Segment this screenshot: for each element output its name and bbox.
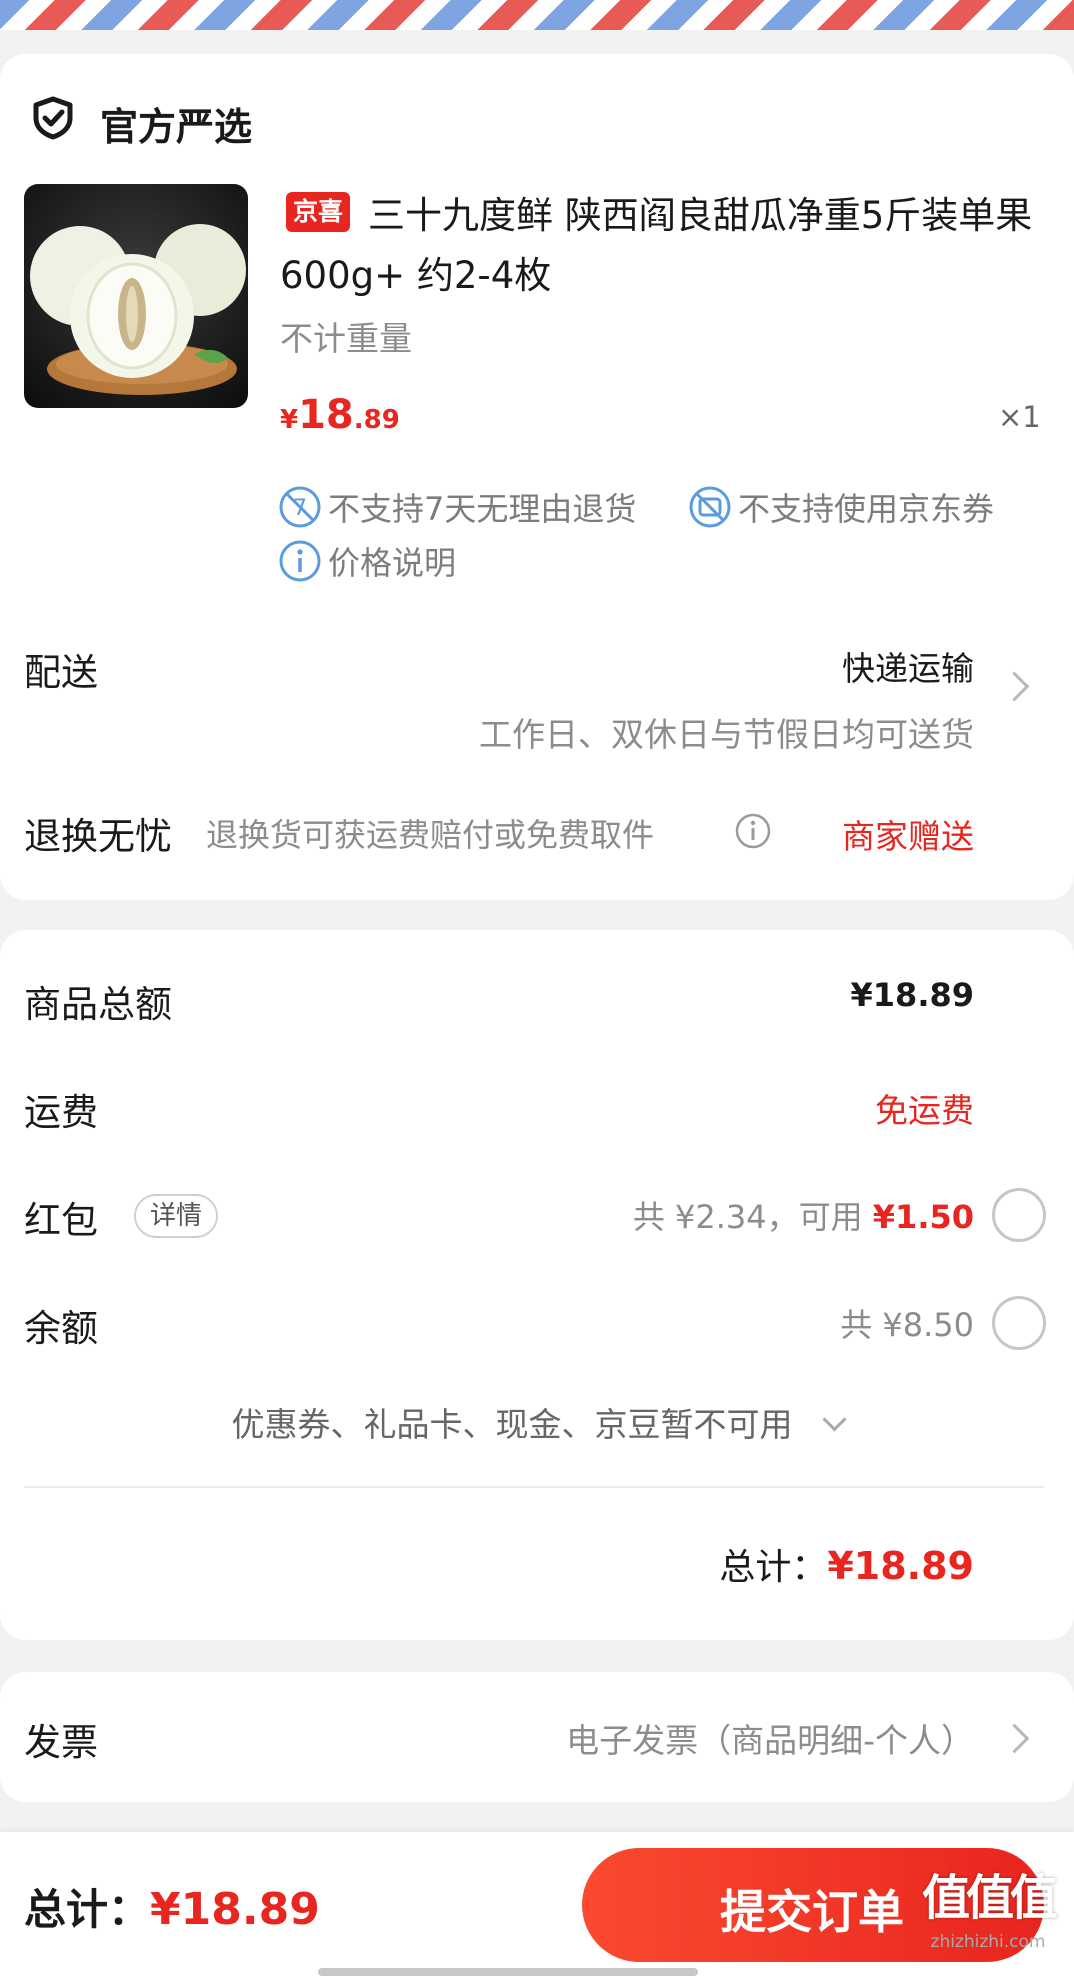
product-price: ¥18.89 [280, 392, 400, 438]
balance-radio[interactable] [992, 1296, 1046, 1350]
shipping-value: 免运费 [875, 1091, 974, 1130]
goods-total-label: 商品总额 [24, 983, 172, 1026]
watermark: 值值值 zhizhizhi.com [922, 1858, 1058, 1952]
invoice-value: 电子发票（商品明细-个人） [566, 1721, 974, 1760]
tag-price-info[interactable]: 价格说明 [278, 538, 456, 584]
redpacket-info: 共 ¥2.34，可用 [632, 1198, 873, 1236]
shield-check-icon [32, 96, 74, 144]
tag-no-return-text: 不支持7天无理由退货 [328, 490, 637, 528]
delivery-note: 工作日、双休日与节假日均可送货 [479, 715, 974, 754]
price-integer: 18 [298, 392, 354, 438]
returns-value: 商家赠送 [842, 817, 974, 856]
bottom-total: 总计：¥18.89 [24, 1876, 320, 1937]
price-symbol: ¥ [280, 405, 299, 435]
returns-label: 退换无忧 [24, 815, 172, 858]
info-icon [278, 539, 322, 583]
redpacket-usable: ¥1.50 [872, 1198, 974, 1236]
summary-total-label: 总计： [719, 1547, 828, 1588]
summary-total: 总计：¥18.89 [719, 1538, 974, 1590]
redpacket-radio[interactable] [992, 1188, 1046, 1242]
no-return-icon: 7 [278, 485, 322, 529]
tag-no-coupon-text: 不支持使用京东券 [738, 490, 995, 528]
balance-info: 共 ¥8.50 [840, 1306, 974, 1344]
redpacket-label: 红包 [24, 1199, 98, 1242]
product-title[interactable]: 三十九度鲜 陕西阎良甜瓜净重5斤装单果600g+ 约2-4枚 [280, 186, 1040, 306]
tag-no-return: 7 不支持7天无理由退货 [278, 484, 636, 530]
watermark-url: zhizhizhi.com [930, 1932, 1046, 1952]
shipping-label: 运费 [24, 1091, 98, 1134]
tag-no-coupon: 不支持使用京东券 [688, 484, 994, 530]
delivery-method[interactable]: 快递运输 [842, 642, 974, 690]
chevron-down-icon [822, 1407, 847, 1432]
invoice-label: 发票 [24, 1721, 98, 1764]
product-quantity: ×1 [998, 400, 1041, 434]
delivery-label: 配送 [24, 651, 98, 694]
bottom-total-label: 总计： [24, 1885, 151, 1934]
divider [24, 1486, 1044, 1488]
goods-total-value: ¥18.89 [850, 976, 974, 1014]
summary-card: 商品总额 ¥18.89 运费 免运费 红包 详情 共 ¥2.34，可用 ¥1.5… [0, 930, 1074, 1640]
store-label: 官方严选 [100, 105, 253, 149]
bottom-total-value: ¥18.89 [150, 1884, 320, 1935]
submit-order-label: 提交订单 [720, 1885, 904, 1939]
invoice-chevron-icon[interactable] [999, 1723, 1030, 1754]
returns-info-icon[interactable] [734, 812, 772, 854]
balance-label: 余额 [24, 1307, 98, 1350]
unavailable-toggle[interactable]: 优惠券、礼品卡、现金、京豆暂不可用 [0, 1398, 1074, 1446]
no-coupon-icon [688, 485, 732, 529]
price-decimal: .89 [353, 405, 400, 435]
redpacket-detail-button[interactable]: 详情 [134, 1194, 219, 1238]
summary-total-value: ¥18.89 [827, 1544, 974, 1588]
redpacket-amount: 共 ¥2.34，可用 ¥1.50 [633, 1192, 974, 1238]
bottom-bar: 总计：¥18.89 提交订单 值值值 zhizhizhi.com [0, 1832, 1074, 1978]
invoice-card[interactable]: 发票 电子发票（商品明细-个人） [0, 1672, 1074, 1802]
product-image[interactable] [24, 184, 248, 408]
tag-price-info-text: 价格说明 [328, 544, 457, 582]
watermark-logo: 值值值 [922, 1870, 1058, 1926]
product-spec: 不计重量 [280, 319, 412, 358]
home-indicator[interactable] [318, 1968, 698, 1976]
product-card: 官方严选 京喜 三十九度鲜 陕西阎良甜瓜净重5斤装单果600g+ 约2-4枚 不… [0, 54, 1074, 900]
unavailable-text: 优惠券、礼品卡、现金、京豆暂不可用 [231, 1405, 793, 1444]
delivery-chevron-icon[interactable] [999, 671, 1030, 702]
returns-desc: 退换货可获运费赔付或免费取件 [206, 816, 655, 854]
envelope-stripe [0, 0, 1074, 30]
